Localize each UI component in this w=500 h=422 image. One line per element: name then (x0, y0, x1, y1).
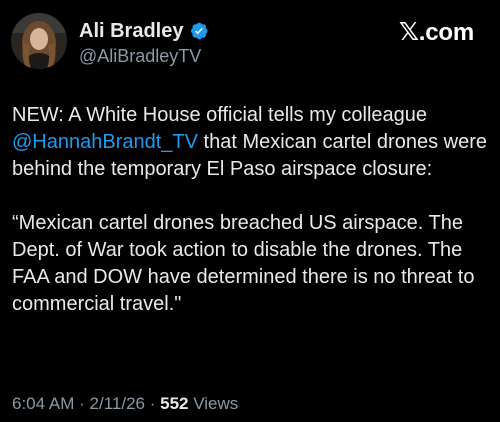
author-row: Ali Bradley (79, 18, 209, 44)
tweet-time[interactable]: 6:04 AM (12, 394, 74, 413)
tweet-date[interactable]: 2/11/26 (90, 394, 145, 413)
verified-badge-icon (189, 21, 209, 41)
tweet-meta: 6:04 AM · 2/11/26 · 552 Views (12, 394, 238, 414)
x-logo-icon[interactable]: 𝕏.com (399, 17, 474, 47)
tweet-quote: “Mexican cartel drones breached US airsp… (12, 212, 475, 315)
tweet-text-line1: NEW: A White House official tells my col… (12, 104, 427, 126)
author-handle[interactable]: @AliBradleyTV (79, 46, 201, 67)
meta-separator: · (79, 394, 85, 413)
views-count: 552 (160, 394, 189, 413)
mention-link[interactable]: @HannahBrandt_TV (12, 131, 198, 153)
tweet-text: NEW: A White House official tells my col… (12, 102, 490, 318)
tweet-paragraph-1: NEW: A White House official tells my col… (12, 102, 490, 183)
meta-separator: · (149, 394, 156, 413)
author-name[interactable]: Ali Bradley (79, 20, 183, 43)
avatar-image (11, 13, 67, 69)
avatar[interactable] (11, 13, 67, 69)
x-logo-glyph: 𝕏 (398, 17, 419, 46)
views-label: Views (193, 394, 239, 413)
tweet-card: Ali Bradley @AliBradleyTV 𝕏.com NEW: A W… (0, 0, 500, 422)
x-logo-text: com (425, 19, 474, 46)
